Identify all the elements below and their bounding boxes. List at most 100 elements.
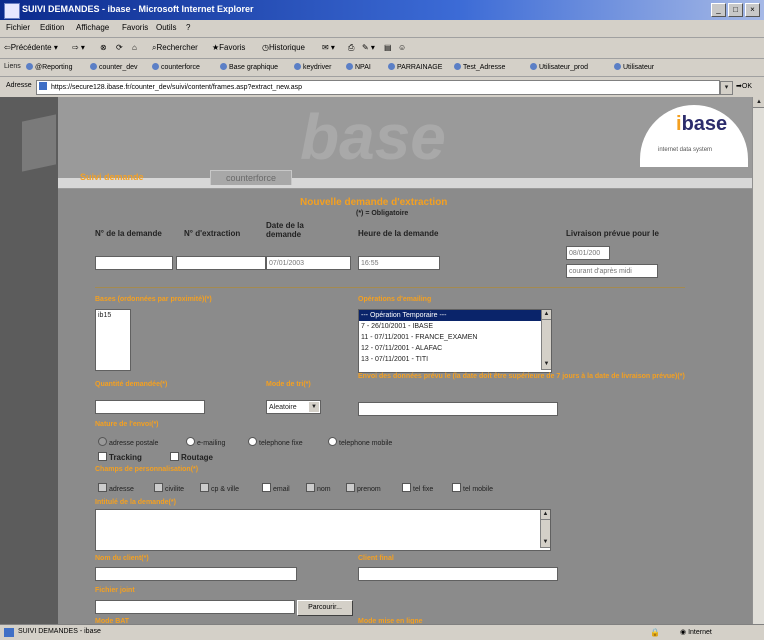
client-input[interactable] bbox=[95, 567, 297, 581]
form-title: Nouvelle demande d'extraction bbox=[300, 197, 448, 208]
ie-icon bbox=[4, 3, 20, 19]
chevron-down-icon[interactable]: ▼ bbox=[309, 402, 319, 412]
radio-emailing[interactable]: e-mailing bbox=[186, 437, 225, 447]
operations-scrollbar[interactable]: ▲ ▼ bbox=[541, 310, 551, 370]
client-final-input[interactable] bbox=[358, 567, 558, 581]
label-fichier: Fichier joint bbox=[95, 587, 135, 594]
list-item[interactable]: 11 - 07/11/2001 - FRANCE_EXAMEN bbox=[359, 332, 551, 343]
tab-suivi-demande[interactable]: Suivi demande bbox=[80, 172, 144, 182]
window-scrollbar[interactable]: ▲ bbox=[752, 97, 764, 624]
scroll-up-icon[interactable]: ▲ bbox=[541, 510, 550, 520]
divider bbox=[95, 287, 685, 288]
list-item[interactable]: 7 - 26/10/2001 - IBASE bbox=[359, 321, 551, 332]
checkbox-nom[interactable]: nom bbox=[306, 483, 331, 493]
search-button[interactable]: ⌕Rechercher bbox=[152, 43, 198, 53]
checkbox-tel-fixe[interactable]: tel fixe bbox=[402, 483, 433, 493]
menu-outils[interactable]: Outils bbox=[156, 23, 176, 32]
menu-fichier[interactable]: Fichier bbox=[6, 23, 30, 32]
label-date-demande: Date de la demande bbox=[266, 221, 304, 239]
label-mode-tri: Mode de tri(*) bbox=[266, 381, 311, 388]
maximize-icon[interactable]: □ bbox=[728, 3, 743, 17]
menu-help[interactable]: ? bbox=[186, 23, 190, 32]
num-demande-input[interactable] bbox=[95, 256, 173, 270]
toolbar: ⇦Précédente ▾ ⇨ ▾ ⊗ ⟳ ⌂ ⌕Rechercher ★Fav… bbox=[0, 38, 764, 59]
label-operations: Opérations d'emailing bbox=[358, 296, 432, 303]
checkbox-tel-mobile[interactable]: tel mobile bbox=[452, 483, 493, 493]
minimize-icon[interactable]: _ bbox=[711, 3, 726, 17]
address-input[interactable]: https://secure128.ibase.fr/counter_dev/s… bbox=[36, 80, 720, 95]
home-icon[interactable]: ⌂ bbox=[132, 43, 137, 52]
link-counterforce[interactable]: counterforce bbox=[152, 63, 200, 71]
link-reporting[interactable]: @Reporting bbox=[26, 63, 72, 71]
discuss-icon[interactable]: ▤ bbox=[384, 43, 392, 52]
forward-button[interactable]: ⇨ ▾ bbox=[72, 43, 85, 52]
scroll-up-icon[interactable]: ▲ bbox=[753, 97, 764, 108]
scroll-down-icon[interactable]: ▼ bbox=[541, 538, 550, 548]
bases-list[interactable]: ib15 bbox=[95, 309, 131, 371]
back-arrow-icon: ⇦ bbox=[4, 43, 11, 52]
mail-icon[interactable]: ✉ ▾ bbox=[322, 43, 335, 52]
watermark-text: base bbox=[300, 101, 446, 173]
mode-tri-select[interactable]: Aleatoire ▼ bbox=[266, 400, 321, 414]
bases-list-item[interactable]: ib15 bbox=[98, 312, 111, 319]
checkbox-email[interactable]: email bbox=[262, 483, 290, 493]
links-label: Liens bbox=[4, 63, 21, 70]
heure-demande-input[interactable]: 16:55 bbox=[358, 256, 440, 270]
scroll-down-icon[interactable]: ▼ bbox=[542, 360, 551, 370]
menu-edition[interactable]: Edition bbox=[40, 23, 64, 32]
checkbox-prenom[interactable]: prenom bbox=[346, 483, 381, 493]
label-livraison: Livraison prévue pour le bbox=[566, 229, 659, 238]
radio-telephone-mobile[interactable]: telephone mobile bbox=[328, 437, 392, 447]
back-button[interactable]: ⇦Précédente ▾ bbox=[4, 43, 58, 52]
livraison-when-input[interactable]: courant d'après midi bbox=[566, 264, 658, 278]
page-icon bbox=[4, 628, 14, 637]
menu-bar: Fichier Edition Affichage Favoris Outils… bbox=[0, 20, 764, 38]
menu-favoris[interactable]: Favoris bbox=[122, 23, 148, 32]
print-icon[interactable]: ⎙ bbox=[348, 43, 354, 53]
go-button[interactable]: ➡OK bbox=[736, 82, 752, 90]
link-npai[interactable]: NPAI bbox=[346, 63, 371, 71]
num-extraction-input[interactable] bbox=[176, 256, 266, 270]
textarea-scrollbar[interactable]: ▲ ▼ bbox=[540, 510, 550, 548]
link-base-graphique[interactable]: Base graphique bbox=[220, 63, 278, 71]
link-parrainage[interactable]: PARRAINAGE bbox=[388, 63, 442, 71]
link-keydriver[interactable]: keydriver bbox=[294, 63, 331, 71]
label-intitule: Intitulé de la demande(*) bbox=[95, 499, 176, 506]
checkbox-adresse[interactable]: adresse bbox=[98, 483, 134, 493]
history-button[interactable]: ◷Historique bbox=[262, 43, 305, 52]
operations-list[interactable]: --- Opération Temporaire --- 7 - 26/10/2… bbox=[358, 309, 552, 373]
scroll-up-icon[interactable]: ▲ bbox=[542, 310, 551, 320]
list-item[interactable]: --- Opération Temporaire --- bbox=[359, 310, 551, 321]
list-item[interactable]: 13 - 07/11/2001 - TITI bbox=[359, 354, 551, 365]
list-item[interactable]: 12 - 07/11/2001 - ALAFAC bbox=[359, 343, 551, 354]
link-test-adresse[interactable]: Test_Adresse bbox=[454, 63, 505, 71]
radio-adresse-postale[interactable]: adresse postale bbox=[98, 437, 158, 447]
date-demande-input[interactable]: 07/01/2003 bbox=[266, 256, 351, 270]
tab-counterforce[interactable]: counterforce bbox=[210, 170, 292, 185]
address-dropdown-icon[interactable]: ▾ bbox=[720, 81, 733, 95]
status-bar: SUIVI DEMANDES - ibase 🔒 ◉ Internet bbox=[0, 624, 764, 640]
refresh-icon[interactable]: ⟳ bbox=[116, 43, 123, 52]
checkbox-cp-ville[interactable]: cp & ville bbox=[200, 483, 239, 493]
checkbox-civilite[interactable]: civilite bbox=[154, 483, 184, 493]
link-counter-dev[interactable]: counter_dev bbox=[90, 63, 138, 71]
intitule-textarea[interactable]: ▲ ▼ bbox=[95, 509, 551, 551]
stop-icon[interactable]: ⊗ bbox=[100, 43, 107, 52]
radio-telephone-fixe[interactable]: telephone fixe bbox=[248, 437, 303, 447]
envoi-date-input[interactable] bbox=[358, 402, 558, 416]
link-utilisateur[interactable]: Utilisateur bbox=[614, 63, 654, 71]
checkbox-routage[interactable]: Routage bbox=[170, 452, 213, 462]
browse-button[interactable]: Parcourir... bbox=[297, 600, 353, 616]
window-controls: _ □ × bbox=[711, 3, 760, 17]
menu-affichage[interactable]: Affichage bbox=[76, 23, 109, 32]
livraison-date-input[interactable]: 08/01/200 bbox=[566, 246, 610, 260]
link-utilisateur-prod[interactable]: Utilisateur_prod bbox=[530, 63, 588, 71]
quantite-input[interactable] bbox=[95, 400, 205, 414]
fichier-input[interactable] bbox=[95, 600, 295, 614]
close-icon[interactable]: × bbox=[745, 3, 760, 17]
favorites-button[interactable]: ★Favoris bbox=[212, 43, 245, 52]
label-bases: Bases (ordonnées par proximité)(*) bbox=[95, 296, 212, 303]
messenger-icon[interactable]: ☺ bbox=[398, 43, 406, 52]
edit-icon[interactable]: ✎ ▾ bbox=[362, 43, 375, 52]
checkbox-tracking[interactable]: Tracking bbox=[98, 452, 142, 462]
